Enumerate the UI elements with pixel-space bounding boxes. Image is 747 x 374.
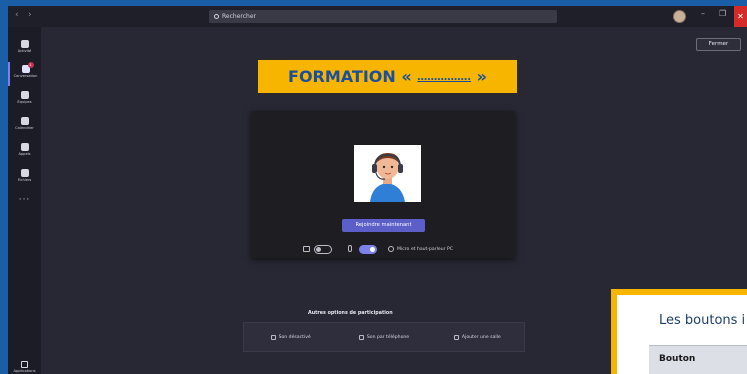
overlay-card: Les boutons i Bouton	[617, 295, 747, 374]
rail-item-equipes[interactable]: Équipes	[8, 88, 41, 112]
rail-item-label: Équipes	[17, 100, 32, 104]
banner-blank-underlined: ……….	[437, 72, 472, 83]
camera-icon	[303, 246, 310, 252]
option-label: Son désactivé	[278, 334, 311, 340]
search-input[interactable]: Rechercher	[209, 10, 557, 23]
microphone-toggle[interactable]	[359, 245, 377, 254]
option-label: Son par téléphone	[366, 334, 410, 340]
close-button[interactable]: Fermer	[696, 38, 741, 51]
tutorial-overlay: Les boutons i Bouton	[611, 289, 747, 374]
avatar[interactable]	[673, 10, 686, 23]
toggle-knob	[316, 247, 321, 252]
audio-off-option[interactable]: Son désactivé	[244, 323, 337, 351]
restore-button[interactable]: ❐	[719, 9, 726, 18]
rail-item-conversation[interactable]: 1 Conversation	[8, 62, 41, 86]
search-icon	[214, 14, 219, 19]
overlay-table: Bouton	[649, 345, 747, 374]
device-controls: Micro et haut-parleur PC	[303, 245, 503, 255]
notification-badge: 1	[27, 62, 34, 68]
rail-item-appels[interactable]: Appels	[8, 140, 41, 164]
other-options-bar: Son désactivé Son par téléphone Ajouter …	[243, 322, 525, 352]
close-window-button[interactable]: ✕	[734, 6, 747, 27]
app-rail: Activité 1 Conversation Équipes Calendri…	[8, 27, 41, 374]
rail-item-label: Applications	[13, 369, 36, 373]
rail-item-calendrier[interactable]: Calendrier	[8, 114, 41, 138]
camera-toggle[interactable]	[314, 245, 332, 254]
phone-icon	[20, 143, 29, 151]
bell-icon	[20, 40, 29, 48]
option-label: Ajouter une salle	[461, 334, 501, 340]
rail-item-fichiers[interactable]: Fichiers	[8, 166, 41, 190]
formation-banner: FORMATION « ……………. »	[256, 58, 519, 95]
apps-icon	[21, 361, 28, 368]
rail-item-label: Appels	[18, 152, 31, 156]
avatar-illustration	[354, 145, 421, 202]
other-options-title: Autres options de participation	[308, 311, 393, 316]
toggle-knob	[370, 247, 375, 252]
cast-icon	[453, 334, 459, 340]
gear-icon[interactable]	[388, 246, 394, 252]
banner-prefix: FORMATION «	[288, 67, 418, 86]
forward-arrow-icon[interactable]: ›	[28, 10, 32, 20]
rail-item-label: Calendrier	[15, 126, 34, 130]
more-apps-button[interactable]: ···	[8, 195, 41, 205]
minimize-button[interactable]: –	[701, 9, 705, 18]
prejoin-panel: Rejoindre maintenant Micro et haut-parle…	[251, 111, 515, 258]
chat-icon: 1	[21, 62, 34, 73]
microphone-icon	[348, 245, 352, 252]
banner-blank: ……	[417, 72, 438, 83]
banner-title: FORMATION « ……………. »	[288, 67, 487, 86]
phone-audio-option[interactable]: Son par téléphone	[337, 323, 430, 351]
rail-item-activite[interactable]: Activité	[8, 37, 41, 61]
back-arrow-icon[interactable]: ‹	[15, 10, 19, 20]
rail-item-label: Fichiers	[17, 178, 32, 182]
banner-suffix: »	[471, 67, 487, 86]
avatar-preview-image	[354, 145, 421, 202]
teams-icon	[20, 91, 29, 99]
title-bar: ‹ › Rechercher – ❐ ✕	[8, 6, 747, 27]
overlay-title: Les boutons i	[659, 313, 746, 328]
table-header-bouton: Bouton	[659, 354, 696, 364]
search-placeholder: Rechercher	[222, 13, 256, 20]
rail-item-label: Activité	[17, 49, 32, 53]
calendar-icon	[20, 117, 29, 125]
join-now-button[interactable]: Rejoindre maintenant	[342, 219, 425, 232]
add-room-option[interactable]: Ajouter une salle	[431, 323, 524, 351]
phone-icon	[358, 334, 364, 340]
rail-item-applications[interactable]: Applications	[8, 361, 41, 373]
file-icon	[20, 169, 29, 177]
device-settings-label[interactable]: Micro et haut-parleur PC	[397, 245, 453, 254]
rail-item-label: Conversation	[13, 74, 38, 78]
speaker-off-icon	[270, 334, 276, 340]
